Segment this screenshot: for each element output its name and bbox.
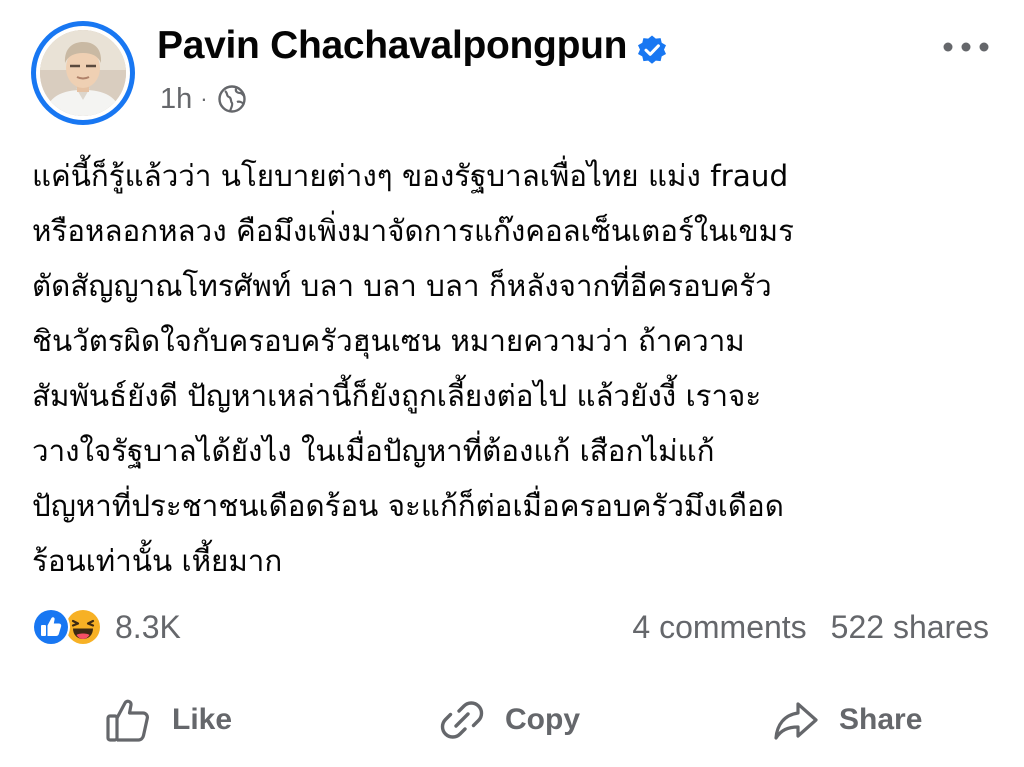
like-reaction-icon — [32, 608, 70, 646]
avatar[interactable] — [31, 21, 135, 125]
like-label: Like — [172, 703, 233, 736]
avatar-photo — [40, 30, 126, 116]
author-name[interactable]: Pavin Chachavalpongpun — [157, 24, 627, 68]
profile-photo-icon — [40, 30, 126, 116]
share-button[interactable]: Share — [771, 690, 922, 750]
action-bar: Like Copy Share — [0, 690, 1024, 750]
reaction-count: 8.3K — [115, 608, 181, 645]
thumbs-up-icon — [106, 699, 149, 742]
shares-count[interactable]: 522 shares — [831, 609, 989, 646]
link-icon — [440, 701, 484, 739]
share-label: Share — [839, 703, 923, 736]
copy-label: Copy — [505, 703, 580, 736]
globe-icon — [217, 85, 246, 113]
post-text-line: วางใจรัฐบาลได้ยังไง ในเมื่อปัญหาที่ต้องแ… — [32, 434, 715, 468]
post-text-line: หรือหลอกหลวง คือมึงเพิ่งมาจัดการแก๊งคอลเ… — [32, 214, 794, 248]
post-text-line: ร้อนเท่านั้น เหี้ยมาก — [32, 544, 283, 578]
comments-count[interactable]: 4 comments — [632, 609, 806, 646]
share-arrow-icon — [774, 702, 818, 740]
like-button[interactable]: Like — [104, 690, 232, 750]
copy-button[interactable]: Copy — [437, 690, 580, 750]
reactions-summary[interactable]: 8.3K — [31, 606, 181, 648]
facebook-post: Pavin Chachavalpongpun 1h · แค่นี้ก็รู้แ… — [0, 0, 1024, 767]
post-text-line: แค่นี้ก็รู้แล้วว่า นโยบายต่างๆ ของรัฐบาล… — [32, 159, 789, 193]
post-text-line: ปัญหาที่ประชาชนเดือดร้อน จะแก้ก็ต่อเมื่อ… — [32, 489, 784, 523]
post-text-line: สัมพันธ์ยังดี ปัญหาเหล่านี้ก็ยังถูกเลี้ย… — [32, 379, 762, 413]
more-options-icon[interactable] — [938, 35, 994, 59]
post-timestamp[interactable]: 1h — [160, 83, 192, 116]
post-text-line: ชินวัตรผิดใจกับครอบครัวฮุนเซน หมายความว่… — [32, 324, 745, 358]
verified-badge-icon — [638, 35, 666, 64]
engagement-stats: 4 comments 522 shares — [632, 606, 989, 648]
post-body: แค่นี้ก็รู้แล้วว่า นโยบายต่างๆ ของรัฐบาล… — [32, 149, 1004, 589]
post-text-line: ตัดสัญญาณโทรศัพท์ บลา บลา บลา ก็หลังจากท… — [32, 269, 772, 303]
post-meta: 1h · — [160, 82, 247, 116]
meta-separator: · — [200, 86, 208, 111]
